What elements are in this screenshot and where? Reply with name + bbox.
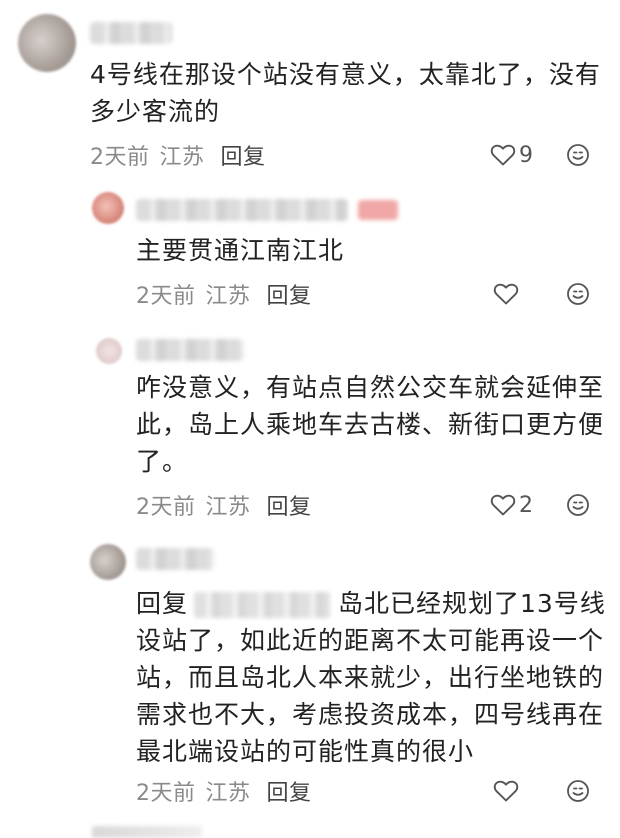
smiley-icon[interactable] <box>566 493 590 517</box>
reply-button[interactable]: 回复 <box>267 278 312 310</box>
smiley-icon[interactable] <box>566 779 590 803</box>
author-tag-blurred <box>358 200 398 220</box>
reply-button[interactable]: 回复 <box>267 489 312 521</box>
comment-meta: 2天前 江苏 回复 <box>136 490 312 520</box>
comment-text: 4号线在那设个站没有意义，太靠北了，没有多少客流的 <box>90 60 601 126</box>
comment-meta: 2天前 江苏 回复 <box>90 140 266 170</box>
comment-location: 江苏 <box>205 781 251 806</box>
like-count: 2 <box>519 492 533 518</box>
comment-text: 主要贯通江南江北 <box>136 236 345 265</box>
smiley-icon[interactable] <box>566 143 590 167</box>
smiley-icon[interactable] <box>566 282 590 306</box>
like-button[interactable]: 2 <box>490 490 533 520</box>
reply-button[interactable]: 回复 <box>267 775 312 807</box>
reply-button[interactable]: 回复 <box>221 139 266 171</box>
comment-meta: 2天前 江苏 回复 <box>136 279 312 309</box>
comment-time: 2天前 <box>136 495 196 520</box>
like-button[interactable] <box>493 776 522 806</box>
heart-outline-icon <box>490 144 516 166</box>
username-blurred[interactable] <box>136 199 348 221</box>
like-count: 9 <box>519 142 533 168</box>
heart-outline-icon <box>493 780 519 802</box>
next-comment-peek-blurred <box>92 826 202 838</box>
comment-location: 江苏 <box>205 495 251 520</box>
username-blurred[interactable] <box>136 548 214 570</box>
comment-text: 回复 岛北已经规划了13号线设站了，如此近的距离不太可能再设一个站，而且岛北人本来… <box>136 585 606 770</box>
like-button[interactable]: 9 <box>490 140 533 170</box>
comment-meta: 2天前 江苏 回复 <box>136 776 312 806</box>
replied-username-blurred[interactable] <box>194 592 331 618</box>
username-blurred[interactable] <box>136 339 244 361</box>
like-button[interactable] <box>493 279 522 309</box>
heart-outline-icon <box>490 494 516 516</box>
avatar[interactable] <box>90 544 126 580</box>
username-blurred[interactable] <box>90 22 172 44</box>
comment-time: 2天前 <box>90 145 150 170</box>
avatar[interactable] <box>18 14 76 72</box>
reply-prefix: 回复 <box>136 589 189 618</box>
avatar[interactable] <box>96 338 122 364</box>
comment-text: 咋没意义，有站点自然公交车就会延伸至此，岛上人乘地车去古楼、新街口更方便了。 <box>136 373 605 476</box>
avatar[interactable] <box>92 192 124 224</box>
heart-outline-icon <box>493 283 519 305</box>
comment-location: 江苏 <box>159 145 205 170</box>
comment-location: 江苏 <box>205 284 251 309</box>
comment-time: 2天前 <box>136 284 196 309</box>
comment-time: 2天前 <box>136 781 196 806</box>
